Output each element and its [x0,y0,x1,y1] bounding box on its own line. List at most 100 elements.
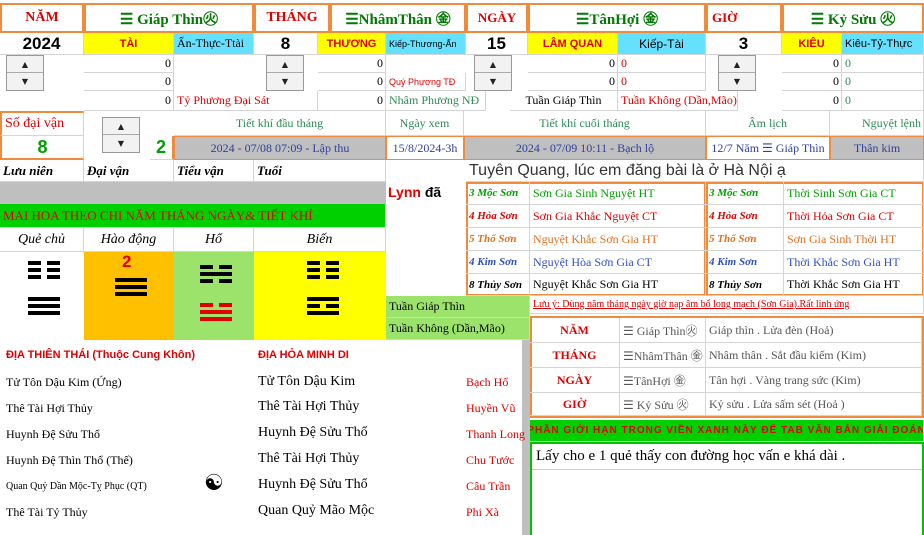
lynn-suffix: đã [424,184,442,200]
day-can-chi: ☰TânHợi ㊎ [528,3,706,33]
spin-down-icon[interactable]: ▼ [719,73,755,90]
son-left-key: 3 Mộc Sơn [466,182,530,205]
nap-am-can-chi: ☰ Kỷ Sửu ㊋ [620,393,706,416]
son-left-value: Nguyệt Khắc Sơn Gia HT [530,228,706,251]
zero-cell: 0 [84,91,174,111]
giai-doan-text[interactable]: Lấy cho e 1 quẻ thấy con đường học vấn e… [532,444,922,470]
spin-down-icon[interactable]: ▼ [103,135,139,152]
nap-am-can-chi: ☰NhâmThân ㊎ [620,343,706,368]
dia-hoa-minh-di-title: ĐỊA HỎA MINH DI [258,349,349,361]
dai-van-value-2: 2 [150,136,174,160]
ho-label: Hổ [174,228,254,252]
spin-down-icon[interactable]: ▼ [7,73,43,90]
mai-hoa-title: MAI HOA THEO CHI NĂM THÁNG NGÀY& TIẾT KH… [0,204,386,228]
so-dai-van-value: 8 [0,136,84,160]
month-header-label: THÁNG [254,3,330,33]
zero-cell: 0 [842,73,924,91]
bien-hexagram [307,258,339,318]
zero-cell: 0 [318,55,386,73]
ho-hexagram [200,262,232,324]
nguyet-lenh-label: Nguyệt lệnh [830,111,924,136]
day-value[interactable]: 15 [466,33,528,55]
nap-am-value: Kỷ sửu . Lửa sấm sét (Hoả ) [706,393,922,416]
gray-band [0,182,386,204]
luc-than-item: Thanh Long [466,427,525,441]
son-left-value: Sơn Gia Sinh Nguyệt HT [530,182,706,205]
son-left-key: 8 Thủy Sơn [466,274,530,296]
hour-star: Kiêu-Tỷ-Thực [842,33,924,55]
year-value[interactable]: 2024 [0,33,84,55]
tuoi-label: Tuổi [254,160,386,182]
spin-down-icon[interactable]: ▼ [267,73,303,90]
tiet-dau-label: Tiết khí đầu tháng [174,111,386,136]
year-header-label: NĂM [0,3,84,33]
zero-cell: 0 [618,73,706,91]
gioi-han-banner: PHẦN GIỚI HẠN TRONG VIỀN XANH NÀY ĐỂ TAB… [530,420,924,442]
month-role: THƯƠNG [318,33,386,55]
hao-dong-label: Hào động [84,228,174,252]
dia1-line: Huynh Đệ Sửu Thổ [6,427,100,441]
zero-cell: 0 [84,55,174,73]
luu-nien-label: Lưu niên [0,160,84,182]
month-value[interactable]: 8 [254,33,318,55]
ngay-xem-label: Ngày xem [386,111,464,136]
dai-van-spinner[interactable]: ▲ ▼ [102,117,140,153]
dia2-line: Huynh Đệ Sửu Thổ [258,477,368,492]
spin-up-icon[interactable]: ▲ [719,56,755,73]
zero-cell: 0 [318,73,386,91]
zero-cell: 0 [782,73,842,91]
am-lich-label: Âm lịch [706,111,830,136]
zero-cell: 0 [84,73,174,91]
hour-role: KIÊU [782,33,842,55]
zero-cell: 0 [782,55,842,73]
luu-y-note: Lưu ý: Dùng năm tháng ngày giờ nạp âm bổ… [530,296,924,314]
month-can-chi: ☰NhâmThân ㊎ [330,3,466,33]
hour-spinner[interactable]: ▲ ▼ [718,55,756,91]
son-left-value: Sơn Gia Khắc Nguyệt CT [530,205,706,228]
year-can-chi: ☰ Giáp Thìn㊋ [84,3,254,33]
nap-am-value: Tân hợi . Vàng trang sức (Kim) [706,368,922,393]
nap-am-can-chi: ☰ Giáp Thìn㊋ [620,318,706,343]
tuan-khong-cell: Tuần Không (Dần,Mão) [386,318,530,340]
spin-up-icon[interactable]: ▲ [475,56,511,73]
spin-down-icon[interactable]: ▼ [475,73,511,90]
son-left-value: Nguyệt Hòa Sơn Gia CT [530,251,706,274]
year-star: Ấn-Thực-Ttài [174,33,254,55]
quy-phuong-note: Quý Phương TĐ [386,73,466,91]
spin-up-icon[interactable]: ▲ [267,56,303,73]
son-right-key: 8 Thủy Sơn [706,274,784,296]
giai-doan-textbox[interactable]: Lấy cho e 1 quẻ thấy con đường học vấn e… [530,442,924,535]
dia1-line: Thê Tài Tý Thủy [6,505,88,519]
dia1-line: Thê Tài Hợi Thủy [6,401,93,415]
nap-am-key: NGÀY [530,368,620,393]
zero-cell: 0 [842,91,924,111]
son-right-value: Thời Khắc Sơn Gia HT [784,274,924,296]
nap-am-key: THÁNG [530,343,620,368]
dia2-line: Thê Tài Hợi Thủy [258,451,360,466]
luc-than-item: Bạch Hổ [466,375,509,389]
hour-value[interactable]: 3 [706,33,782,55]
que-chu-label: Quẻ chủ [0,228,84,252]
son-right-value: Sơn Gia Sinh Thời HT [784,228,924,251]
dia2-line: Huynh Đệ Sửu Thổ [258,425,368,440]
nguyet-lenh-value: Thân kim [830,136,924,160]
luc-than-item: Phi Xà [466,505,499,519]
spin-up-icon[interactable]: ▲ [103,118,139,135]
nap-am-value: Giáp thìn . Lửa đèn (Hoả) [706,318,922,343]
tiet-cuoi-label: Tiết khí cuối tháng [464,111,706,136]
son-right-key: 4 Kim Sơn [706,251,784,274]
day-spinner[interactable]: ▲ ▼ [474,55,512,91]
spin-up-icon[interactable]: ▲ [7,56,43,73]
lynn-label: Lynn đã [388,184,441,200]
zero-cell: 0 [842,55,924,73]
son-right-key: 4 Hỏa Sơn [706,205,784,228]
dia1-line: Quan Quỷ Dần Mộc-Tỵ Phục (QT) [6,481,147,492]
zero-cell: 0 [318,91,386,111]
tuan-khong-note: Tuần Không (Dần,Mão) [618,91,738,111]
luc-than-item: Chu Tước [466,453,515,467]
year-spinner[interactable]: ▲ ▼ [6,55,44,91]
son-right-key: 5 Thổ Sơn [706,228,784,251]
day-star: Kiếp-Tài [618,33,706,55]
yin-yang-icon: ☯ [204,471,224,496]
month-spinner[interactable]: ▲ ▼ [266,55,304,91]
